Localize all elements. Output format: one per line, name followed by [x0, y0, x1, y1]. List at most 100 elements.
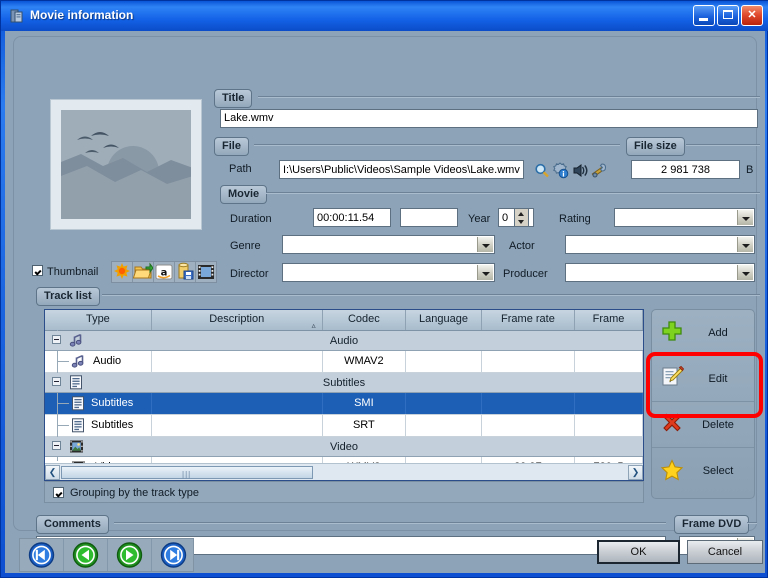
ok-button[interactable]: OK	[597, 540, 680, 564]
chevron-down-icon[interactable]	[477, 265, 493, 280]
filmstrip-icon[interactable]	[196, 262, 216, 282]
window-title: Movie information	[30, 8, 134, 22]
path-input[interactable]: I:\Users\Public\Videos\Sample Videos\Lak…	[279, 160, 524, 179]
next-record-button[interactable]	[108, 539, 152, 571]
year-spinner[interactable]	[514, 208, 529, 227]
producer-combo[interactable]	[565, 263, 755, 282]
duration-input[interactable]: 00:00:11.54	[313, 208, 391, 227]
chevron-left-icon: ❮	[48, 466, 57, 477]
column-header-type[interactable]: Type	[45, 310, 152, 330]
director-combo[interactable]	[282, 263, 495, 282]
chevron-down-icon[interactable]	[737, 237, 753, 252]
genre-combo[interactable]	[282, 235, 495, 254]
file-size-unit: B	[746, 164, 754, 176]
subtitles-icon	[71, 418, 85, 436]
table-group-label-audio: Audio	[329, 334, 359, 347]
main-panel: Thumbnail a Title Lake.wmv File Path I:\…	[13, 36, 763, 555]
thumbnail-image	[61, 110, 191, 219]
table-row[interactable]: Subtitles SMI	[45, 393, 643, 415]
cell-frame-rate	[482, 393, 576, 414]
rating-label: Rating	[559, 213, 591, 225]
cell-codec: SMI	[323, 393, 407, 414]
subtitles-icon	[71, 396, 85, 414]
chevron-down-icon[interactable]	[737, 210, 753, 225]
scrollbar-thumb[interactable]: |||	[61, 465, 313, 479]
select-button-label: Select	[702, 465, 734, 477]
grouping-bar: Grouping by the track type	[44, 481, 644, 503]
column-header-description[interactable]: Description ▵	[151, 310, 323, 330]
cell-codec: SRT	[323, 415, 407, 436]
table-group-row-video[interactable]: Video	[45, 437, 643, 457]
file-group-caption: File	[214, 137, 249, 156]
table-group-row-audio[interactable]: Audio	[45, 331, 643, 351]
actor-combo[interactable]	[565, 235, 755, 254]
previous-record-button[interactable]	[64, 539, 108, 571]
minimize-button[interactable]	[693, 5, 715, 26]
column-header-description-text: Description	[209, 313, 265, 325]
properties-icon[interactable]: i	[552, 162, 570, 179]
grouping-checkbox[interactable]	[53, 487, 64, 498]
track-list-table[interactable]: Type Description ▵ Codec Language Frame …	[44, 309, 644, 481]
cell-description	[152, 415, 323, 436]
path-label: Path	[229, 163, 252, 175]
chevron-down-icon[interactable]	[477, 237, 493, 252]
track-actions-panel: Add Edit Delete Select	[651, 309, 755, 499]
comments-group-caption: Comments	[36, 515, 109, 534]
title-input[interactable]: Lake.wmv	[220, 109, 758, 128]
delete-button[interactable]: Delete	[652, 402, 754, 448]
sun-icon[interactable]	[112, 262, 133, 282]
cell-language	[406, 351, 482, 372]
genre-label: Genre	[230, 240, 261, 252]
duration-label: Duration	[230, 213, 272, 225]
cell-language	[406, 415, 482, 436]
search-icon[interactable]	[533, 162, 551, 179]
rating-combo[interactable]	[614, 208, 755, 227]
duration-extra-input[interactable]	[400, 208, 458, 227]
close-button[interactable]: ✕	[741, 5, 763, 26]
cell-description	[152, 393, 323, 414]
title-group-caption: Title	[214, 89, 253, 108]
add-button[interactable]: Add	[652, 310, 754, 356]
scroll-left-button[interactable]: ❮	[45, 464, 60, 480]
cell-type: Subtitles	[91, 419, 134, 431]
column-header-frame[interactable]: Frame	[575, 310, 643, 330]
track-list-group-caption: Track list	[36, 287, 100, 306]
cell-frame	[575, 351, 643, 372]
sound-icon[interactable]	[571, 162, 589, 179]
column-header-frame-rate[interactable]: Frame rate	[481, 310, 576, 330]
cell-codec: WMAV2	[323, 351, 407, 372]
table-header: Type Description ▵ Codec Language Frame …	[45, 310, 643, 331]
horizontal-scrollbar[interactable]: ❮ ||| ❯	[45, 463, 643, 480]
edit-button[interactable]: Edit	[652, 356, 754, 402]
table-group-row-subtitles[interactable]: Subtitles	[45, 373, 643, 393]
file-size-value[interactable]: 2 981 738	[631, 160, 740, 179]
amazon-icon[interactable]: a	[154, 262, 175, 282]
plus-icon	[652, 319, 692, 346]
table-row[interactable]: Audio WMAV2	[45, 351, 643, 373]
table-row[interactable]: Subtitles SRT	[45, 415, 643, 437]
producer-label: Producer	[503, 268, 548, 280]
cancel-button[interactable]: Cancel	[687, 540, 763, 564]
cell-type: Audio	[93, 355, 122, 367]
audio-icon	[71, 354, 86, 372]
movie-information-window: Movie information ✕ Thumbnail a Title La…	[0, 0, 768, 578]
column-header-codec[interactable]: Codec	[322, 310, 407, 330]
maximize-button[interactable]	[717, 5, 739, 26]
database-save-icon[interactable]	[175, 262, 196, 282]
chevron-right-icon: ❯	[631, 466, 640, 477]
delete-cross-icon	[652, 411, 692, 438]
thumbnail-checkbox[interactable]	[32, 265, 43, 276]
frame-dvd-group-caption: Frame DVD	[674, 515, 750, 534]
thumbnail-preview[interactable]	[50, 99, 202, 230]
last-record-button[interactable]	[152, 539, 195, 571]
select-button[interactable]: Select	[652, 448, 754, 494]
folder-open-icon[interactable]	[132, 262, 154, 282]
movie-info-icon	[9, 8, 25, 24]
column-header-language[interactable]: Language	[406, 310, 482, 330]
tools-icon[interactable]	[590, 162, 608, 179]
first-record-button[interactable]	[20, 539, 64, 571]
scroll-right-button[interactable]: ❯	[628, 464, 643, 480]
add-button-label: Add	[708, 326, 728, 339]
edit-pencil-icon	[652, 365, 692, 392]
chevron-down-icon[interactable]	[737, 265, 753, 280]
